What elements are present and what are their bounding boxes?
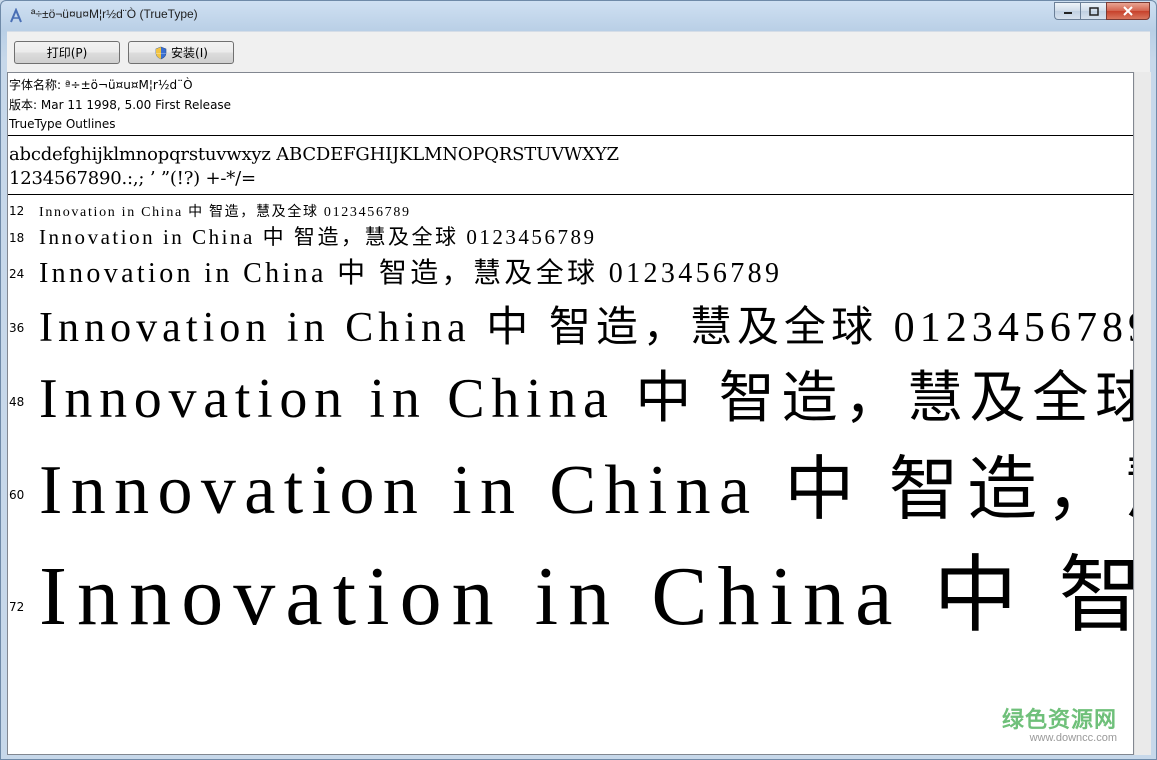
version-line: 版本: Mar 11 1998, 5.00 First Release [9, 97, 232, 112]
character-set: abcdefghijklmnopqrstuvwxyz ABCDEFGHIJKLM… [9, 143, 619, 191]
outlines-line: TrueType Outlines [9, 117, 116, 131]
sample-size-label: 72 [9, 600, 25, 614]
minimize-button[interactable] [1054, 2, 1080, 20]
maximize-button[interactable] [1080, 2, 1106, 20]
sample-size-label: 60 [9, 488, 25, 502]
charset-digits: 1234567890.:,; ’ ”(!?) +-*/= [9, 168, 256, 189]
font-name-line: 字体名称: ª÷±ö¬ü¤u¤M¦r½d¨Ò [9, 78, 193, 92]
sample-size-label: 12 [9, 204, 25, 218]
sample-text: Innovation in China 中 智造，慧及全球 0123456789 [39, 550, 1133, 643]
divider-charset [8, 194, 1133, 195]
print-button[interactable]: 打印(P) [14, 41, 120, 64]
sample-size-label: 36 [9, 321, 25, 335]
maximize-icon [1088, 6, 1099, 16]
close-icon [1123, 6, 1133, 16]
close-button[interactable] [1106, 2, 1150, 20]
vertical-scrollbar[interactable] [1134, 72, 1151, 755]
sample-text: Innovation in China 中 智造，慧及全球 0123456789 [39, 452, 1133, 529]
caption-buttons [1054, 2, 1150, 22]
sample-size-label: 18 [9, 231, 25, 245]
window-title: ª÷±ö¬ü¤u¤M¦r½d¨Ò (TrueType) [31, 7, 198, 21]
divider-info [8, 135, 1133, 136]
sample-text: Innovation in China 中 智造，慧及全球 0123456789 [39, 205, 411, 220]
watermark: 绿色资源网 www.downcc.com [1002, 702, 1117, 744]
sample-size-label: 48 [9, 395, 25, 409]
print-button-label: 打印(P) [46, 46, 88, 60]
charset-letters: abcdefghijklmnopqrstuvwxyz ABCDEFGHIJKLM… [9, 144, 619, 165]
font-info: 字体名称: ª÷±ö¬ü¤u¤M¦r½d¨Ò 版本: Mar 11 1998, … [9, 76, 231, 135]
minimize-icon [1063, 12, 1072, 14]
sample-size-label: 24 [9, 267, 25, 281]
uac-shield-icon [155, 46, 167, 59]
toolbar: 打印(P) 安装(I) [7, 31, 1150, 72]
sample-text: Innovation in China 中 智造，慧及全球 0123456789 [39, 368, 1134, 430]
install-button-label: 安装(I) [171, 46, 208, 60]
font-viewer-window: ª÷±ö¬ü¤u¤M¦r½d¨Ò (TrueType) 打印(P) 安装(I) [0, 0, 1157, 760]
sample-text: Innovation in China 中 智造，慧及全球 0123456789 [39, 258, 783, 289]
font-preview-area: 字体名称: ª÷±ö¬ü¤u¤M¦r½d¨Ò 版本: Mar 11 1998, … [7, 72, 1134, 755]
sample-text: Innovation in China 中 智造，慧及全球 0123456789 [39, 305, 1134, 351]
sample-text: Innovation in China 中 智造，慧及全球 0123456789 [39, 225, 597, 249]
install-button[interactable]: 安装(I) [128, 41, 234, 64]
font-app-icon [10, 8, 22, 23]
watermark-main: 绿色资源网 [1001, 708, 1117, 733]
title-bar[interactable]: ª÷±ö¬ü¤u¤M¦r½d¨Ò (TrueType) [1, 1, 1156, 29]
